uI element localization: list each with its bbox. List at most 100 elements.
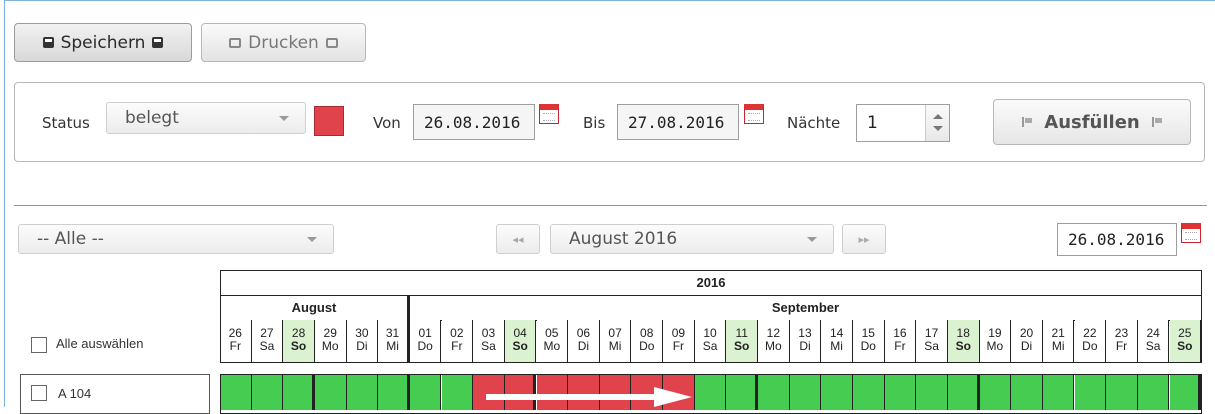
day-header-21: 21 Mi xyxy=(1042,320,1075,362)
drag-arrow xyxy=(486,387,692,407)
weekday-label: Di xyxy=(799,339,811,353)
prev-month-button[interactable]: ◂◂ xyxy=(496,224,540,254)
arrow-right-icon xyxy=(486,387,692,407)
availability-cell-17[interactable] xyxy=(916,375,948,410)
availability-cell-22[interactable] xyxy=(1074,375,1107,410)
weekday-label: Di xyxy=(1020,339,1033,353)
calendar-icon[interactable] xyxy=(744,104,764,124)
arrow-down-icon[interactable] xyxy=(933,126,943,131)
month-select[interactable]: August 2016 xyxy=(550,224,834,254)
room-filter-select[interactable]: -- Alle -- xyxy=(18,224,334,254)
calendar-icon[interactable] xyxy=(1181,223,1201,243)
availability-cell-27[interactable] xyxy=(251,375,284,410)
day-header-06: 06 Di xyxy=(568,320,600,362)
weekday-label: Di xyxy=(577,339,590,353)
availability-cell-12[interactable] xyxy=(758,375,790,410)
availability-cell-19[interactable] xyxy=(979,375,1012,410)
weekday-label: Sa xyxy=(702,339,718,353)
day-header-07: 07 Mi xyxy=(599,320,632,362)
availability-cell-23[interactable] xyxy=(1106,375,1138,410)
day-header-08: 08 Do xyxy=(631,320,664,362)
day-header-29: 29 Mo xyxy=(314,320,347,362)
chevron-down-icon xyxy=(307,237,317,242)
nights-label: Nächte xyxy=(787,114,841,132)
status-select-value: belegt xyxy=(125,108,179,128)
select-all-checkbox[interactable] xyxy=(31,337,47,353)
year-header: 2016 xyxy=(220,270,1202,296)
availability-cell-25[interactable] xyxy=(1169,375,1202,410)
availability-cell-26[interactable] xyxy=(220,375,252,410)
availability-cell-18[interactable] xyxy=(947,375,980,410)
availability-cell-21[interactable] xyxy=(1042,375,1075,410)
jump-date-field[interactable]: 26.08.2016 xyxy=(1057,223,1177,256)
availability-cell-24[interactable] xyxy=(1137,375,1170,410)
weekday-label: So xyxy=(734,339,750,353)
day-header-28: 28 So xyxy=(283,320,315,362)
day-header-23: 23 Fr xyxy=(1106,320,1138,362)
flag-icon xyxy=(1022,117,1033,127)
next-month-button[interactable]: ▸▸ xyxy=(842,224,886,254)
nights-stepper[interactable]: 1 xyxy=(856,104,950,142)
day-header-16: 16 Fr xyxy=(884,320,917,362)
print-button[interactable]: Drucken xyxy=(201,23,366,62)
chevron-down-icon xyxy=(807,237,817,242)
from-date-field[interactable]: 26.08.2016 xyxy=(413,104,535,140)
weekday-label: Mi xyxy=(608,339,622,353)
weekday-label: Do xyxy=(639,339,655,353)
from-label: Von xyxy=(373,114,401,132)
availability-cell-20[interactable] xyxy=(1011,375,1043,410)
availability-cell-30[interactable] xyxy=(346,375,379,410)
select-all-label: Alle auswählen xyxy=(56,336,144,351)
weekday-label: Sa xyxy=(259,339,275,353)
to-date-field[interactable]: 27.08.2016 xyxy=(617,104,739,140)
day-header-18: 18 So xyxy=(947,320,980,362)
availability-cell-31[interactable] xyxy=(378,375,410,410)
room-row-header[interactable] xyxy=(20,374,210,414)
day-header-17: 17 Sa xyxy=(916,320,948,362)
availability-cell-28[interactable] xyxy=(283,375,315,410)
day-header-15: 15 Do xyxy=(853,320,885,362)
availability-cell-15[interactable] xyxy=(853,375,885,410)
weekday-label: Fr xyxy=(451,339,463,353)
room-checkbox[interactable] xyxy=(31,385,47,401)
availability-cell-13[interactable] xyxy=(789,375,822,410)
weekday-label: Mo xyxy=(543,339,561,353)
day-header-14: 14 Mi xyxy=(821,320,853,362)
day-header-26: 26 Fr xyxy=(220,320,252,362)
flag-icon-right xyxy=(1151,117,1162,127)
save-label: Speichern xyxy=(60,32,146,53)
weekday-label: Fr xyxy=(229,339,241,353)
day-header-27: 27 Sa xyxy=(251,320,284,362)
availability-cell-16[interactable] xyxy=(884,375,917,410)
day-header-12: 12 Mo xyxy=(758,320,790,362)
weekday-label: Mi xyxy=(386,339,399,353)
save-icon xyxy=(42,37,54,48)
day-header-30: 30 Di xyxy=(346,320,379,362)
weekday-label: Di xyxy=(356,339,368,353)
day-header-22: 22 Do xyxy=(1074,320,1107,362)
print-icon-right xyxy=(325,37,338,48)
fill-button[interactable]: Ausfüllen xyxy=(993,99,1191,145)
availability-cell-02[interactable] xyxy=(441,375,474,410)
calendar-icon[interactable] xyxy=(539,104,559,124)
month-select-value: August 2016 xyxy=(569,229,678,249)
save-button[interactable]: Speichern xyxy=(14,23,192,62)
arrow-up-icon[interactable] xyxy=(933,114,943,119)
availability-cell-14[interactable] xyxy=(821,375,853,410)
day-header-04: 04 So xyxy=(504,320,537,362)
weekday-label: Do xyxy=(860,339,876,353)
availability-cell-11[interactable] xyxy=(726,375,758,410)
day-header-20: 20 Di xyxy=(1011,320,1043,362)
availability-cell-29[interactable] xyxy=(314,375,347,410)
stepper-arrows[interactable] xyxy=(925,105,949,141)
to-label: Bis xyxy=(583,114,606,132)
weekday-label: Do xyxy=(417,339,433,353)
weekday-label: Mi xyxy=(830,339,843,353)
status-select[interactable]: belegt xyxy=(106,102,306,134)
availability-cell-01[interactable] xyxy=(409,375,442,410)
status-label: Status xyxy=(42,114,90,132)
day-header-02: 02 Fr xyxy=(441,320,474,362)
day-header-31: 31 Mi xyxy=(378,320,410,362)
save-icon-right xyxy=(152,37,164,48)
weekday-label: Fr xyxy=(894,339,906,353)
